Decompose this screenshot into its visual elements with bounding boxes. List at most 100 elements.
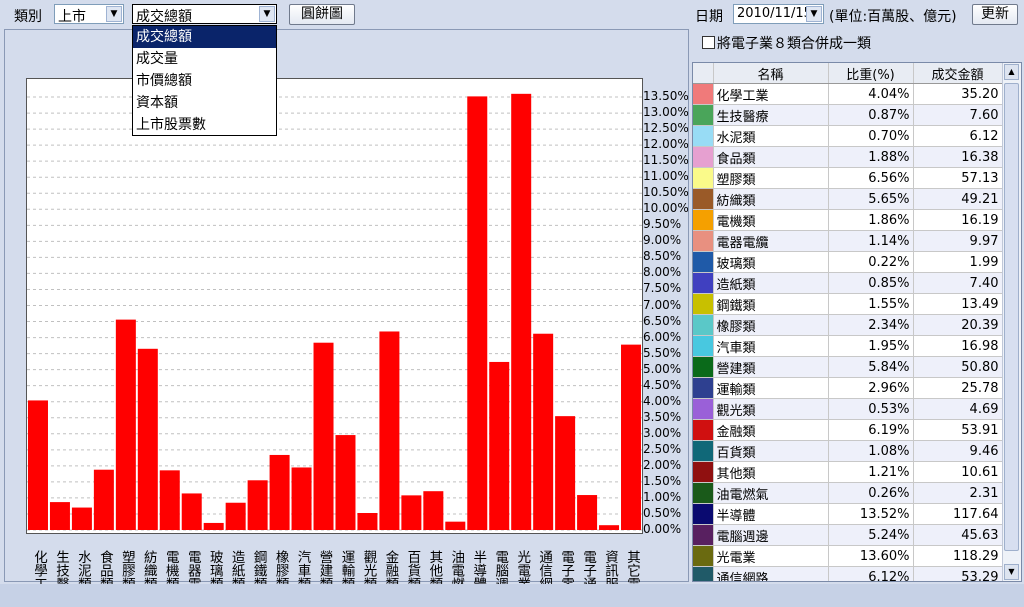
date-picker[interactable]: 2010/11/15 ▼ [733, 4, 824, 24]
bar-chart [27, 93, 642, 531]
bar[interactable] [467, 96, 488, 530]
chevron-down-icon[interactable]: ▼ [259, 6, 275, 22]
chevron-down-icon[interactable]: ▼ [106, 6, 122, 22]
row-name: 營建類 [713, 356, 829, 378]
pie-chart-button[interactable]: 圓餅圖 [289, 4, 355, 25]
row-name: 玻璃類 [713, 251, 829, 273]
table-row[interactable]: 化學工業 4.04% 35.20 [693, 83, 1003, 105]
bar[interactable] [137, 348, 158, 530]
table-row[interactable]: 半導體 13.52% 117.64 [693, 503, 1003, 525]
dropdown-option[interactable]: 成交量 [133, 48, 276, 70]
scroll-down-icon[interactable]: ▼ [1004, 564, 1019, 580]
bar[interactable] [555, 416, 576, 530]
table-row[interactable]: 玻璃類 0.22% 1.99 [693, 251, 1003, 273]
table-row[interactable]: 食品類 1.88% 16.38 [693, 146, 1003, 168]
table-row[interactable]: 生技醫療 0.87% 7.60 [693, 104, 1003, 126]
color-swatch [693, 146, 714, 168]
row-name: 食品類 [713, 146, 829, 168]
bar[interactable] [423, 491, 444, 530]
row-name: 運輸類 [713, 377, 829, 399]
table-row[interactable]: 通信網路 6.12% 53.29 [693, 566, 1003, 581]
bar[interactable] [357, 513, 378, 530]
table-row[interactable]: 造紙類 0.85% 7.40 [693, 272, 1003, 294]
table-row[interactable]: 觀光類 0.53% 4.69 [693, 398, 1003, 420]
table-row[interactable]: 電機類 1.86% 16.19 [693, 209, 1003, 231]
bar[interactable] [379, 331, 400, 530]
table-row[interactable]: 鋼鐵類 1.55% 13.49 [693, 293, 1003, 315]
bar[interactable] [159, 470, 180, 530]
color-swatch [693, 335, 714, 357]
bar[interactable] [247, 480, 268, 530]
dropdown-option[interactable]: 上市股票數 [133, 114, 276, 136]
row-amount: 35.20 [913, 83, 1003, 105]
y-tick-label: 10.50% [643, 185, 689, 200]
table-row[interactable]: 塑膠類 6.56% 57.13 [693, 167, 1003, 189]
table-row[interactable]: 電腦週邊 5.24% 45.63 [693, 524, 1003, 546]
row-pct: 0.26% [828, 482, 914, 504]
row-amount: 45.63 [913, 524, 1003, 546]
table-row[interactable]: 運輸類 2.96% 25.78 [693, 377, 1003, 399]
measure-dropdown-list[interactable]: 成交總額 成交量 市價總額 資本額 上市股票數 [132, 25, 277, 136]
bar[interactable] [115, 319, 136, 530]
status-strip [0, 584, 1024, 607]
merge-electronics-checkbox[interactable] [702, 36, 715, 49]
color-swatch [693, 524, 714, 546]
bar[interactable] [599, 525, 620, 530]
bar[interactable] [401, 495, 422, 530]
table-row[interactable]: 油電燃氣 0.26% 2.31 [693, 482, 1003, 504]
y-tick-label: 13.50% [643, 89, 689, 104]
bar[interactable] [291, 467, 312, 530]
column-header-pct[interactable]: 比重(%) [828, 63, 914, 84]
bar[interactable] [621, 344, 642, 530]
refresh-button[interactable]: 更新 [972, 4, 1018, 25]
row-amount: 16.38 [913, 146, 1003, 168]
table-row[interactable]: 橡膠類 2.34% 20.39 [693, 314, 1003, 336]
bar[interactable] [511, 93, 532, 531]
row-pct: 0.53% [828, 398, 914, 420]
category-label: 類別 [14, 9, 42, 25]
dropdown-option[interactable]: 成交總額 [133, 26, 276, 48]
bar[interactable] [577, 495, 598, 530]
table-scrollbar[interactable]: ▲ ▼ [1002, 63, 1021, 581]
table-row[interactable]: 營建類 5.84% 50.80 [693, 356, 1003, 378]
table-row[interactable]: 汽車類 1.95% 16.98 [693, 335, 1003, 357]
bar[interactable] [533, 333, 554, 530]
color-swatch [693, 167, 714, 189]
color-swatch [693, 356, 714, 378]
scroll-up-icon[interactable]: ▲ [1004, 64, 1019, 80]
column-header-name[interactable]: 名稱 [713, 63, 829, 84]
bar[interactable] [313, 342, 334, 530]
bar[interactable] [71, 507, 92, 530]
column-header-amount[interactable]: 成交金額 [913, 63, 1003, 84]
table-row[interactable]: 其他類 1.21% 10.61 [693, 461, 1003, 483]
row-amount: 10.61 [913, 461, 1003, 483]
market-select[interactable]: 上市 ▼ [54, 4, 124, 25]
y-tick-label: 1.50% [643, 473, 682, 488]
bar[interactable] [27, 400, 48, 530]
dropdown-option[interactable]: 市價總額 [133, 70, 276, 92]
table-row[interactable]: 金融類 6.19% 53.91 [693, 419, 1003, 441]
color-swatch [693, 314, 714, 336]
bar[interactable] [225, 502, 246, 530]
measure-select[interactable]: 成交總額 ▼ [132, 4, 277, 25]
chevron-down-icon[interactable]: ▼ [806, 6, 822, 22]
bar[interactable] [49, 502, 70, 530]
color-swatch [693, 419, 714, 441]
table-row[interactable]: 紡織類 5.65% 49.21 [693, 188, 1003, 210]
bar[interactable] [489, 361, 510, 530]
scroll-thumb[interactable] [1004, 83, 1019, 551]
bar[interactable] [181, 493, 202, 530]
bar[interactable] [269, 454, 290, 530]
dropdown-option[interactable]: 資本額 [133, 92, 276, 114]
table-row[interactable]: 電器電纜 1.14% 9.97 [693, 230, 1003, 252]
bar[interactable] [93, 469, 114, 530]
y-tick-label: 12.00% [643, 137, 689, 152]
table-row[interactable]: 百貨類 1.08% 9.46 [693, 440, 1003, 462]
bar[interactable] [203, 522, 224, 530]
row-amount: 2.31 [913, 482, 1003, 504]
table-row[interactable]: 光電業 13.60% 118.29 [693, 545, 1003, 567]
table-row[interactable]: 水泥類 0.70% 6.12 [693, 125, 1003, 147]
row-pct: 2.96% [828, 377, 914, 399]
bar[interactable] [445, 521, 466, 530]
bar[interactable] [335, 435, 356, 530]
